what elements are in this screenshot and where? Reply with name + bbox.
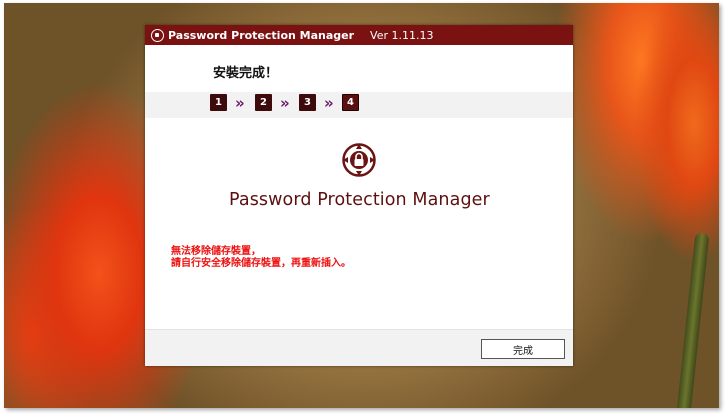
page-title: 安裝完成！ [213,66,279,81]
finish-button[interactable]: 完成 [481,339,565,359]
lock-compass-icon [342,143,376,177]
error-message-line-1: 無法移除儲存裝置， [171,246,261,257]
step-2: 2 [255,94,272,111]
step-1: 1 [210,94,227,111]
step-separator: » [324,94,334,112]
title-bar[interactable]: Password Protection Manager Ver 1.11.13 [145,25,573,45]
product-name: Password Protection Manager [229,190,490,210]
footer-bar: 完成 [145,329,573,366]
wallpaper-stem [676,232,710,408]
content-area: Password Protection Manager 無法移除儲存裝置， 請自… [145,118,573,340]
step-separator: » [235,94,245,112]
step-indicator: 1 » 2 » 3 » 4 [145,92,573,118]
lock-compass-icon [151,28,164,42]
header-area: 安裝完成！ [145,45,573,92]
error-message-line-2: 請自行安全移除儲存裝置，再重新插入。 [171,258,351,269]
error-message: 無法移除儲存裝置， 請自行安全移除儲存裝置，再重新插入。 [171,246,351,270]
installer-window: Password Protection Manager Ver 1.11.13 … [145,25,573,366]
step-separator: » [280,94,290,112]
version-label: Ver 1.11.13 [370,28,434,42]
window-title: Password Protection Manager [168,28,355,42]
step-3: 3 [299,94,316,111]
step-4: 4 [342,94,359,111]
